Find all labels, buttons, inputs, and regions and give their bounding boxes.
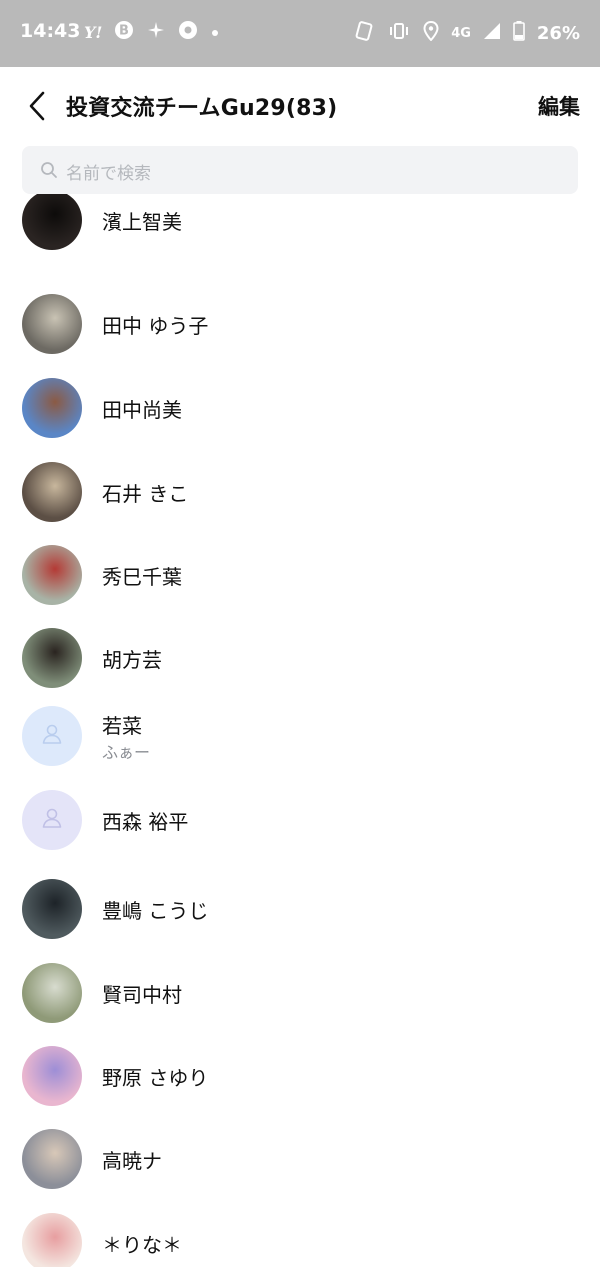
member-row[interactable]: 田中尚美 — [0, 360, 600, 444]
member-avatar[interactable] — [22, 378, 82, 438]
svg-text:B: B — [119, 24, 129, 39]
yahoo-icon: Y! — [84, 23, 103, 42]
member-avatar[interactable] — [22, 628, 82, 688]
member-row[interactable]: 高暁ナ — [0, 1111, 600, 1195]
member-row[interactable]: 西森 裕平 — [0, 778, 600, 862]
member-avatar[interactable] — [22, 790, 82, 850]
search-placeholder: 名前で検索 — [66, 164, 151, 184]
search-icon — [41, 162, 57, 178]
member-avatar[interactable] — [22, 1213, 82, 1267]
member-row[interactable]: 賢司中村 — [0, 945, 600, 1029]
member-status-message: ふぁー — [102, 743, 151, 762]
b-app-icon: B — [114, 20, 134, 45]
member-avatar[interactable] — [22, 194, 82, 250]
notification-icons: Y! B — [84, 20, 220, 45]
member-row[interactable]: ＊りな＊ — [0, 1195, 600, 1267]
member-name: 胡方芸 — [102, 648, 162, 672]
chevron-left-icon — [29, 91, 45, 121]
member-row[interactable]: 野原 さゆり — [0, 1028, 600, 1112]
member-name: 若菜 — [102, 714, 142, 738]
member-name: 高暁ナ — [102, 1149, 162, 1173]
member-row[interactable]: 胡方芸 — [0, 610, 600, 694]
member-avatar[interactable] — [22, 879, 82, 939]
signal-icon — [483, 22, 501, 45]
member-avatar[interactable] — [22, 545, 82, 605]
member-name: 石井 きこ — [102, 482, 189, 506]
member-name: 西森 裕平 — [102, 810, 189, 834]
member-row[interactable]: 豊嶋 こうじ — [0, 861, 600, 945]
member-avatar[interactable] — [22, 1129, 82, 1189]
page-title: 投資交流チームGu29(83) — [66, 96, 338, 121]
battery-icon — [513, 21, 525, 46]
member-avatar[interactable] — [22, 1046, 82, 1106]
back-button[interactable] — [22, 89, 52, 123]
member-list[interactable]: 濱上智美田中 ゆう子 田中尚美石井 きこ秀巳千葉胡方芸若菜ふぁー西森 裕平豊嶋 こ… — [0, 194, 600, 1267]
member-avatar[interactable] — [22, 462, 82, 522]
member-row[interactable]: 若菜 ふぁー — [0, 694, 600, 778]
member-name: 賢司中村 — [102, 983, 182, 1007]
member-row[interactable]: 石井 きこ — [0, 444, 600, 528]
search-input[interactable]: 名前で検索 — [22, 146, 578, 194]
status-bar: 14:43 Y! B 4G 26% — [0, 0, 600, 67]
member-row[interactable]: 田中 ゆう子 — [0, 276, 600, 360]
system-icons: 4G 26% — [355, 20, 580, 47]
member-avatar[interactable] — [22, 706, 82, 766]
member-name: 野原 さゆり — [102, 1066, 209, 1090]
chrome-icon — [178, 20, 198, 45]
nfc-icon — [355, 20, 375, 47]
member-row[interactable]: 濱上智美 — [0, 194, 600, 262]
vibrate-icon — [387, 21, 411, 46]
edit-button[interactable]: 編集 — [538, 91, 580, 121]
location-icon — [423, 20, 439, 46]
network-type: 4G — [451, 26, 471, 41]
member-avatar[interactable] — [22, 963, 82, 1023]
default-person-icon — [40, 806, 64, 834]
member-avatar[interactable] — [22, 294, 82, 354]
member-name: 秀巳千葉 — [102, 565, 182, 589]
sparkle-icon — [146, 20, 166, 45]
member-name: 田中尚美 — [102, 398, 182, 422]
member-row[interactable]: 秀巳千葉 — [0, 527, 600, 611]
status-time: 14:43 — [20, 20, 81, 42]
default-person-icon — [40, 722, 64, 750]
member-name: 濱上智美 — [102, 210, 182, 234]
member-name: 豊嶋 こうじ — [102, 899, 209, 923]
chat-members-header: 投資交流チームGu29(83) 編集 — [0, 67, 600, 145]
member-name: 田中 ゆう子 — [102, 314, 209, 338]
dot-icon — [210, 23, 220, 43]
member-name: ＊りな＊ — [102, 1233, 182, 1257]
battery-percent: 26% — [536, 23, 580, 44]
